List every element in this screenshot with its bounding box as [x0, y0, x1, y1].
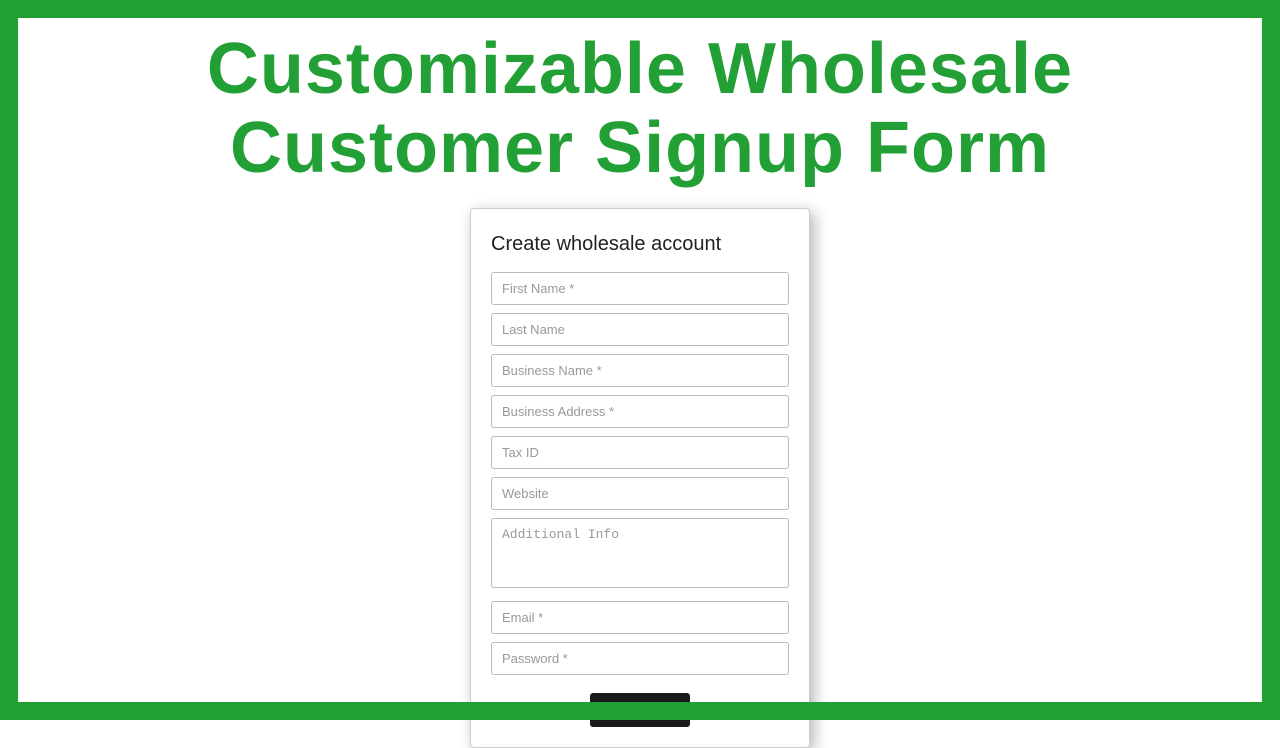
- password-input[interactable]: [491, 642, 789, 675]
- tax-id-input[interactable]: [491, 436, 789, 469]
- page-content: Customizable Wholesale Customer Signup F…: [0, 0, 1280, 720]
- business-name-input[interactable]: [491, 354, 789, 387]
- email-input[interactable]: [491, 601, 789, 634]
- additional-info-textarea[interactable]: [491, 518, 789, 588]
- website-input[interactable]: [491, 477, 789, 510]
- form-card-title: Create wholesale account: [491, 233, 789, 256]
- submit-button[interactable]: Submit: [590, 693, 690, 727]
- business-address-input[interactable]: [491, 395, 789, 428]
- first-name-input[interactable]: [491, 272, 789, 305]
- form-card: Create wholesale account Submit: [470, 208, 810, 748]
- last-name-input[interactable]: [491, 313, 789, 346]
- page-title: Customizable Wholesale Customer Signup F…: [207, 30, 1073, 188]
